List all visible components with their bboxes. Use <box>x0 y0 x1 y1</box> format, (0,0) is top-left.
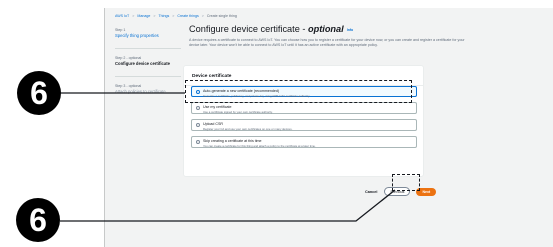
callout-badge-bottom: 6 <box>16 198 60 242</box>
leader-line-bottom <box>60 189 396 222</box>
callout-badge-top: 6 <box>17 71 61 115</box>
callout-leader-lines <box>60 92 396 222</box>
